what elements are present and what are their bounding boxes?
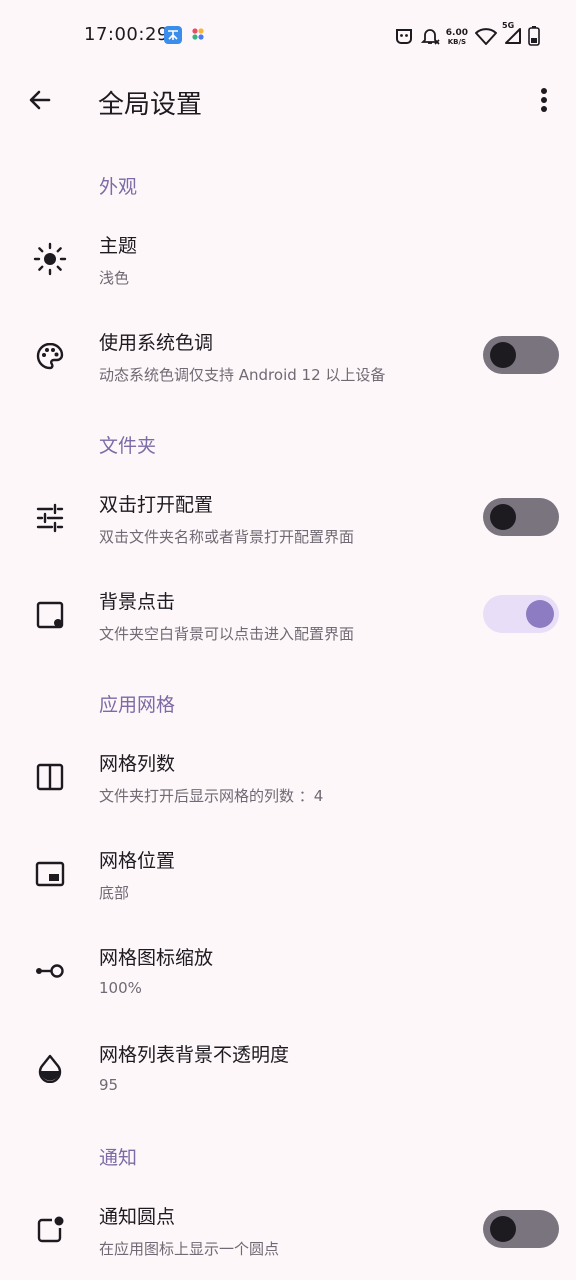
setting-notification-dot[interactable]: 通知圆点 在应用图标上显示一个圆点 — [0, 1182, 576, 1278]
net-speed: 6.00 KB/S — [446, 29, 468, 47]
setting-subtitle: 文件夹空白背景可以点击进入配置界面 — [99, 625, 355, 643]
setting-grid-columns[interactable]: 网格列数 文件夹打开后显示网格的列数 ：4 — [0, 729, 576, 825]
more-options-button[interactable] — [524, 82, 564, 122]
status-bar: 17:00:29 6.00 KB/S 5G — [0, 0, 576, 72]
section-header-app-grid: 应用网格 — [99, 694, 176, 716]
setting-subtitle: 双击文件夹名称或者背景打开配置界面 — [99, 528, 355, 546]
setting-system-color[interactable]: 使用系统色调 动态系统色调仅支持 Android 12 以上设备 — [0, 308, 576, 404]
page-title: 全局设置 — [98, 90, 203, 120]
double-click-toggle[interactable] — [483, 498, 559, 536]
app-notification-icon — [164, 26, 182, 48]
bell-off-icon — [420, 26, 440, 50]
setting-subtitle: 在应用图标上显示一个圆点 — [99, 1240, 280, 1258]
app-bar: 全局设置 — [0, 72, 576, 132]
toggle-knob — [526, 600, 554, 628]
status-indicators: 6.00 KB/S 5G — [394, 21, 540, 50]
setting-title: 网格位置 — [99, 850, 176, 872]
section-header-notification: 通知 — [99, 1147, 138, 1169]
background-click-toggle[interactable] — [483, 595, 559, 633]
net-speed-unit: KB/S — [447, 38, 467, 46]
split-view-icon — [30, 757, 70, 797]
setting-title: 双击打开配置 — [99, 494, 214, 516]
setting-title: 主题 — [99, 235, 138, 257]
setting-double-click[interactable]: 双击打开配置 双击文件夹名称或者背景打开配置界面 — [0, 470, 576, 566]
app-notification-icon-2 — [190, 26, 206, 48]
tune-icon — [30, 498, 70, 538]
face-icon — [394, 26, 414, 50]
toggle-knob — [490, 342, 516, 368]
setting-subtitle: 文件夹打开后显示网格的列数 ：4 — [99, 787, 324, 805]
arrow-back-icon — [27, 87, 53, 117]
setting-title: 通知圆点 — [99, 1206, 176, 1228]
setting-title: 网格图标缩放 — [99, 947, 214, 969]
status-time: 17:00:29 — [84, 24, 169, 45]
toggle-knob — [490, 1216, 516, 1242]
slider-icon — [30, 951, 70, 991]
setting-subtitle: 底部 — [99, 884, 130, 902]
setting-background-click[interactable]: 背景点击 文件夹空白背景可以点击进入配置界面 — [0, 567, 576, 663]
brightness-icon — [30, 239, 70, 279]
opacity-drop-icon — [30, 1048, 70, 1088]
back-button[interactable] — [20, 82, 60, 122]
setting-subtitle: 95 — [99, 1076, 119, 1094]
toggle-knob — [490, 504, 516, 530]
cellular-signal-icon: 5G — [502, 21, 522, 49]
palette-icon — [30, 336, 70, 376]
system-color-toggle[interactable] — [483, 336, 559, 374]
setting-title: 背景点击 — [99, 591, 176, 613]
wifi-icon — [474, 26, 498, 50]
setting-grid-bg-opacity[interactable]: 网格列表背景不透明度 95 — [0, 1020, 576, 1116]
notification-dot-icon — [30, 1210, 70, 1250]
battery-icon — [528, 26, 540, 50]
setting-title: 使用系统色调 — [99, 332, 214, 354]
setting-title: 网格列表背景不透明度 — [99, 1044, 290, 1066]
status-app-icons — [164, 26, 206, 48]
bottom-panel-icon — [30, 854, 70, 894]
net-speed-value: 6.00 — [445, 28, 468, 38]
setting-grid-position[interactable]: 网格位置 底部 — [0, 826, 576, 922]
setting-grid-icon-scale[interactable]: 网格图标缩放 100% — [0, 923, 576, 1019]
setting-theme[interactable]: 主题 浅色 — [0, 211, 576, 307]
more-vert-icon — [540, 87, 548, 117]
setting-subtitle: 100% — [99, 979, 142, 997]
setting-subtitle: 浅色 — [99, 269, 130, 287]
section-header-appearance: 外观 — [99, 176, 138, 198]
section-header-folder: 文件夹 — [99, 435, 157, 457]
square-touch-icon — [30, 595, 70, 635]
setting-title: 网格列数 — [99, 753, 176, 775]
setting-subtitle: 动态系统色调仅支持 Android 12 以上设备 — [99, 366, 386, 384]
notification-dot-toggle[interactable] — [483, 1210, 559, 1248]
signal-label: 5G — [502, 21, 515, 30]
